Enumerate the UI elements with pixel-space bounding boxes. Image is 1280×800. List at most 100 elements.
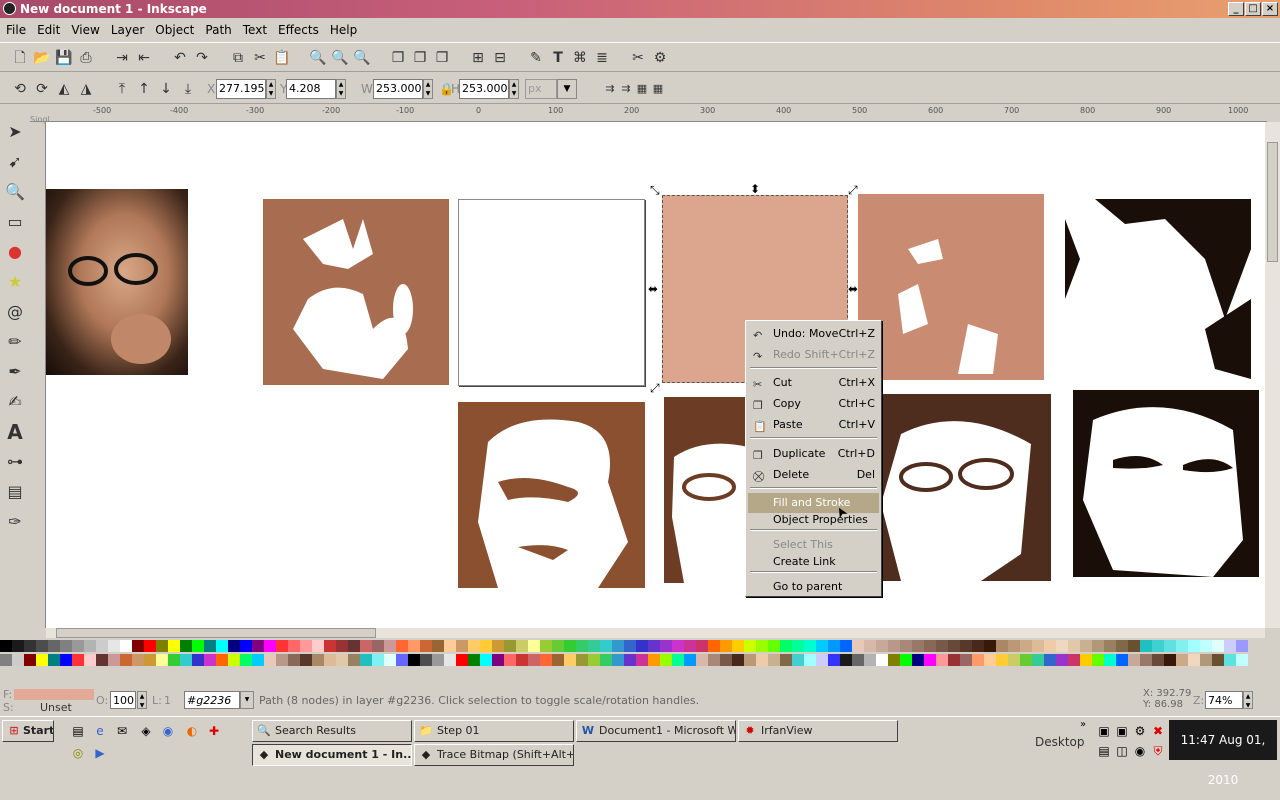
- palette-swatch[interactable]: [72, 654, 84, 666]
- palette-swatch[interactable]: [84, 640, 96, 652]
- horizontal-scroll-thumb[interactable]: [56, 628, 376, 638]
- palette-swatch[interactable]: [540, 640, 552, 652]
- palette-swatch[interactable]: [300, 654, 312, 666]
- palette-swatch[interactable]: [732, 654, 744, 666]
- palette-swatch[interactable]: [504, 654, 516, 666]
- palette-swatch[interactable]: [108, 654, 120, 666]
- palette-swatch[interactable]: [1164, 640, 1176, 652]
- palette-swatch[interactable]: [828, 640, 840, 652]
- palette-swatch[interactable]: [1128, 654, 1140, 666]
- media-player-icon[interactable]: ▶: [92, 745, 108, 761]
- quicklaunch-icon-7[interactable]: ✚: [206, 723, 222, 739]
- palette-swatch[interactable]: [372, 654, 384, 666]
- palette-swatch[interactable]: [276, 654, 288, 666]
- palette-swatch[interactable]: [120, 640, 132, 652]
- zoom-tool-icon[interactable]: 🔍: [4, 180, 26, 204]
- palette-swatch[interactable]: [660, 654, 672, 666]
- palette-swatch[interactable]: [600, 654, 612, 666]
- palette-swatch[interactable]: [456, 640, 468, 652]
- open-icon[interactable]: 📂: [32, 48, 52, 68]
- context-menu-item-copy[interactable]: ❐ Copy Ctrl+C: [748, 394, 879, 414]
- palette-swatch[interactable]: [588, 640, 600, 652]
- palette-swatch[interactable]: [132, 654, 144, 666]
- raise-icon[interactable]: ↑: [134, 79, 154, 99]
- palette-swatch[interactable]: [264, 640, 276, 652]
- print-icon[interactable]: ⎙: [76, 48, 96, 68]
- palette-swatch[interactable]: [24, 654, 36, 666]
- star-tool-icon[interactable]: ★: [4, 270, 26, 294]
- palette-swatch[interactable]: [1104, 654, 1116, 666]
- trace-scan-2[interactable]: [458, 199, 645, 386]
- palette-swatch[interactable]: [180, 640, 192, 652]
- palette-swatch[interactable]: [672, 654, 684, 666]
- connector-tool-icon[interactable]: ⊶: [4, 450, 26, 474]
- rotate-ccw-icon[interactable]: ⟲: [10, 79, 30, 99]
- lower-icon[interactable]: ↓: [156, 79, 176, 99]
- palette-swatch[interactable]: [372, 640, 384, 652]
- palette-swatch[interactable]: [564, 640, 576, 652]
- palette-swatch[interactable]: [660, 640, 672, 652]
- x-field[interactable]: 277.195: [216, 79, 266, 99]
- palette-swatch[interactable]: [900, 640, 912, 652]
- palette-swatch[interactable]: [984, 640, 996, 652]
- palette-swatch[interactable]: [924, 654, 936, 666]
- palette-swatch[interactable]: [804, 654, 816, 666]
- palette-swatch[interactable]: [768, 640, 780, 652]
- zoom-drawing-icon[interactable]: 🔍: [330, 48, 350, 68]
- palette-swatch[interactable]: [684, 640, 696, 652]
- palette-swatch[interactable]: [144, 654, 156, 666]
- x-stepper[interactable]: ▲ ▼: [266, 79, 276, 99]
- tray-icon-4[interactable]: ✖: [1150, 723, 1166, 739]
- pen-tool-icon[interactable]: ✒: [4, 360, 26, 384]
- palette-swatch[interactable]: [996, 654, 1008, 666]
- trace-scan-4[interactable]: [858, 194, 1044, 380]
- quicklaunch-icon-3[interactable]: ✉: [114, 723, 130, 739]
- palette-swatch[interactable]: [36, 654, 48, 666]
- palette-swatch[interactable]: [552, 640, 564, 652]
- drawing-canvas[interactable]: ⤡ ⬍ ⤢ ⬌ ⬌ ⤢: [46, 122, 1265, 628]
- palette-swatch[interactable]: [396, 654, 408, 666]
- palette-swatch[interactable]: [912, 640, 924, 652]
- palette-swatch[interactable]: [468, 654, 480, 666]
- palette-swatch[interactable]: [228, 640, 240, 652]
- palette-swatch[interactable]: [840, 654, 852, 666]
- palette-swatch[interactable]: [276, 640, 288, 652]
- zoom-field[interactable]: 74%: [1205, 691, 1243, 709]
- maximize-button[interactable]: □: [1245, 2, 1261, 16]
- task-word[interactable]: W Document1 - Microsoft W...: [576, 720, 736, 742]
- palette-swatch[interactable]: [636, 640, 648, 652]
- vertical-scrollbar[interactable]: [1265, 122, 1280, 628]
- close-button[interactable]: ×: [1262, 2, 1278, 16]
- palette-swatch[interactable]: [384, 640, 396, 652]
- import-icon[interactable]: ⇥: [112, 48, 132, 68]
- palette-swatch[interactable]: [432, 640, 444, 652]
- zoom-page-icon[interactable]: 🔍: [352, 48, 372, 68]
- menu-layer[interactable]: Layer: [106, 19, 149, 41]
- y-stepper[interactable]: ▲ ▼: [336, 79, 346, 99]
- palette-swatch[interactable]: [1020, 654, 1032, 666]
- new-document-icon[interactable]: 🗋: [10, 48, 30, 68]
- palette-swatch[interactable]: [1092, 654, 1104, 666]
- palette-swatch[interactable]: [768, 654, 780, 666]
- palette-swatch[interactable]: [264, 654, 276, 666]
- palette-swatch[interactable]: [1212, 640, 1224, 652]
- palette-swatch[interactable]: [1080, 640, 1092, 652]
- palette-swatch[interactable]: [684, 654, 696, 666]
- palette-swatch[interactable]: [1200, 640, 1212, 652]
- palette-swatch[interactable]: [48, 640, 60, 652]
- palette-swatch[interactable]: [984, 654, 996, 666]
- palette-swatch[interactable]: [96, 654, 108, 666]
- palette-swatch[interactable]: [912, 654, 924, 666]
- palette-swatch[interactable]: [744, 654, 756, 666]
- palette-swatch[interactable]: [228, 654, 240, 666]
- palette-swatch[interactable]: [492, 640, 504, 652]
- palette-swatch[interactable]: [1044, 640, 1056, 652]
- paste-icon[interactable]: 📋: [272, 48, 292, 68]
- menu-edit[interactable]: Edit: [32, 19, 65, 41]
- palette-swatch[interactable]: [924, 640, 936, 652]
- palette-swatch[interactable]: [672, 640, 684, 652]
- fill-swatch[interactable]: [14, 689, 94, 700]
- palette-swatch[interactable]: [312, 640, 324, 652]
- palette-swatch[interactable]: [864, 654, 876, 666]
- ie-icon[interactable]: e: [92, 723, 108, 739]
